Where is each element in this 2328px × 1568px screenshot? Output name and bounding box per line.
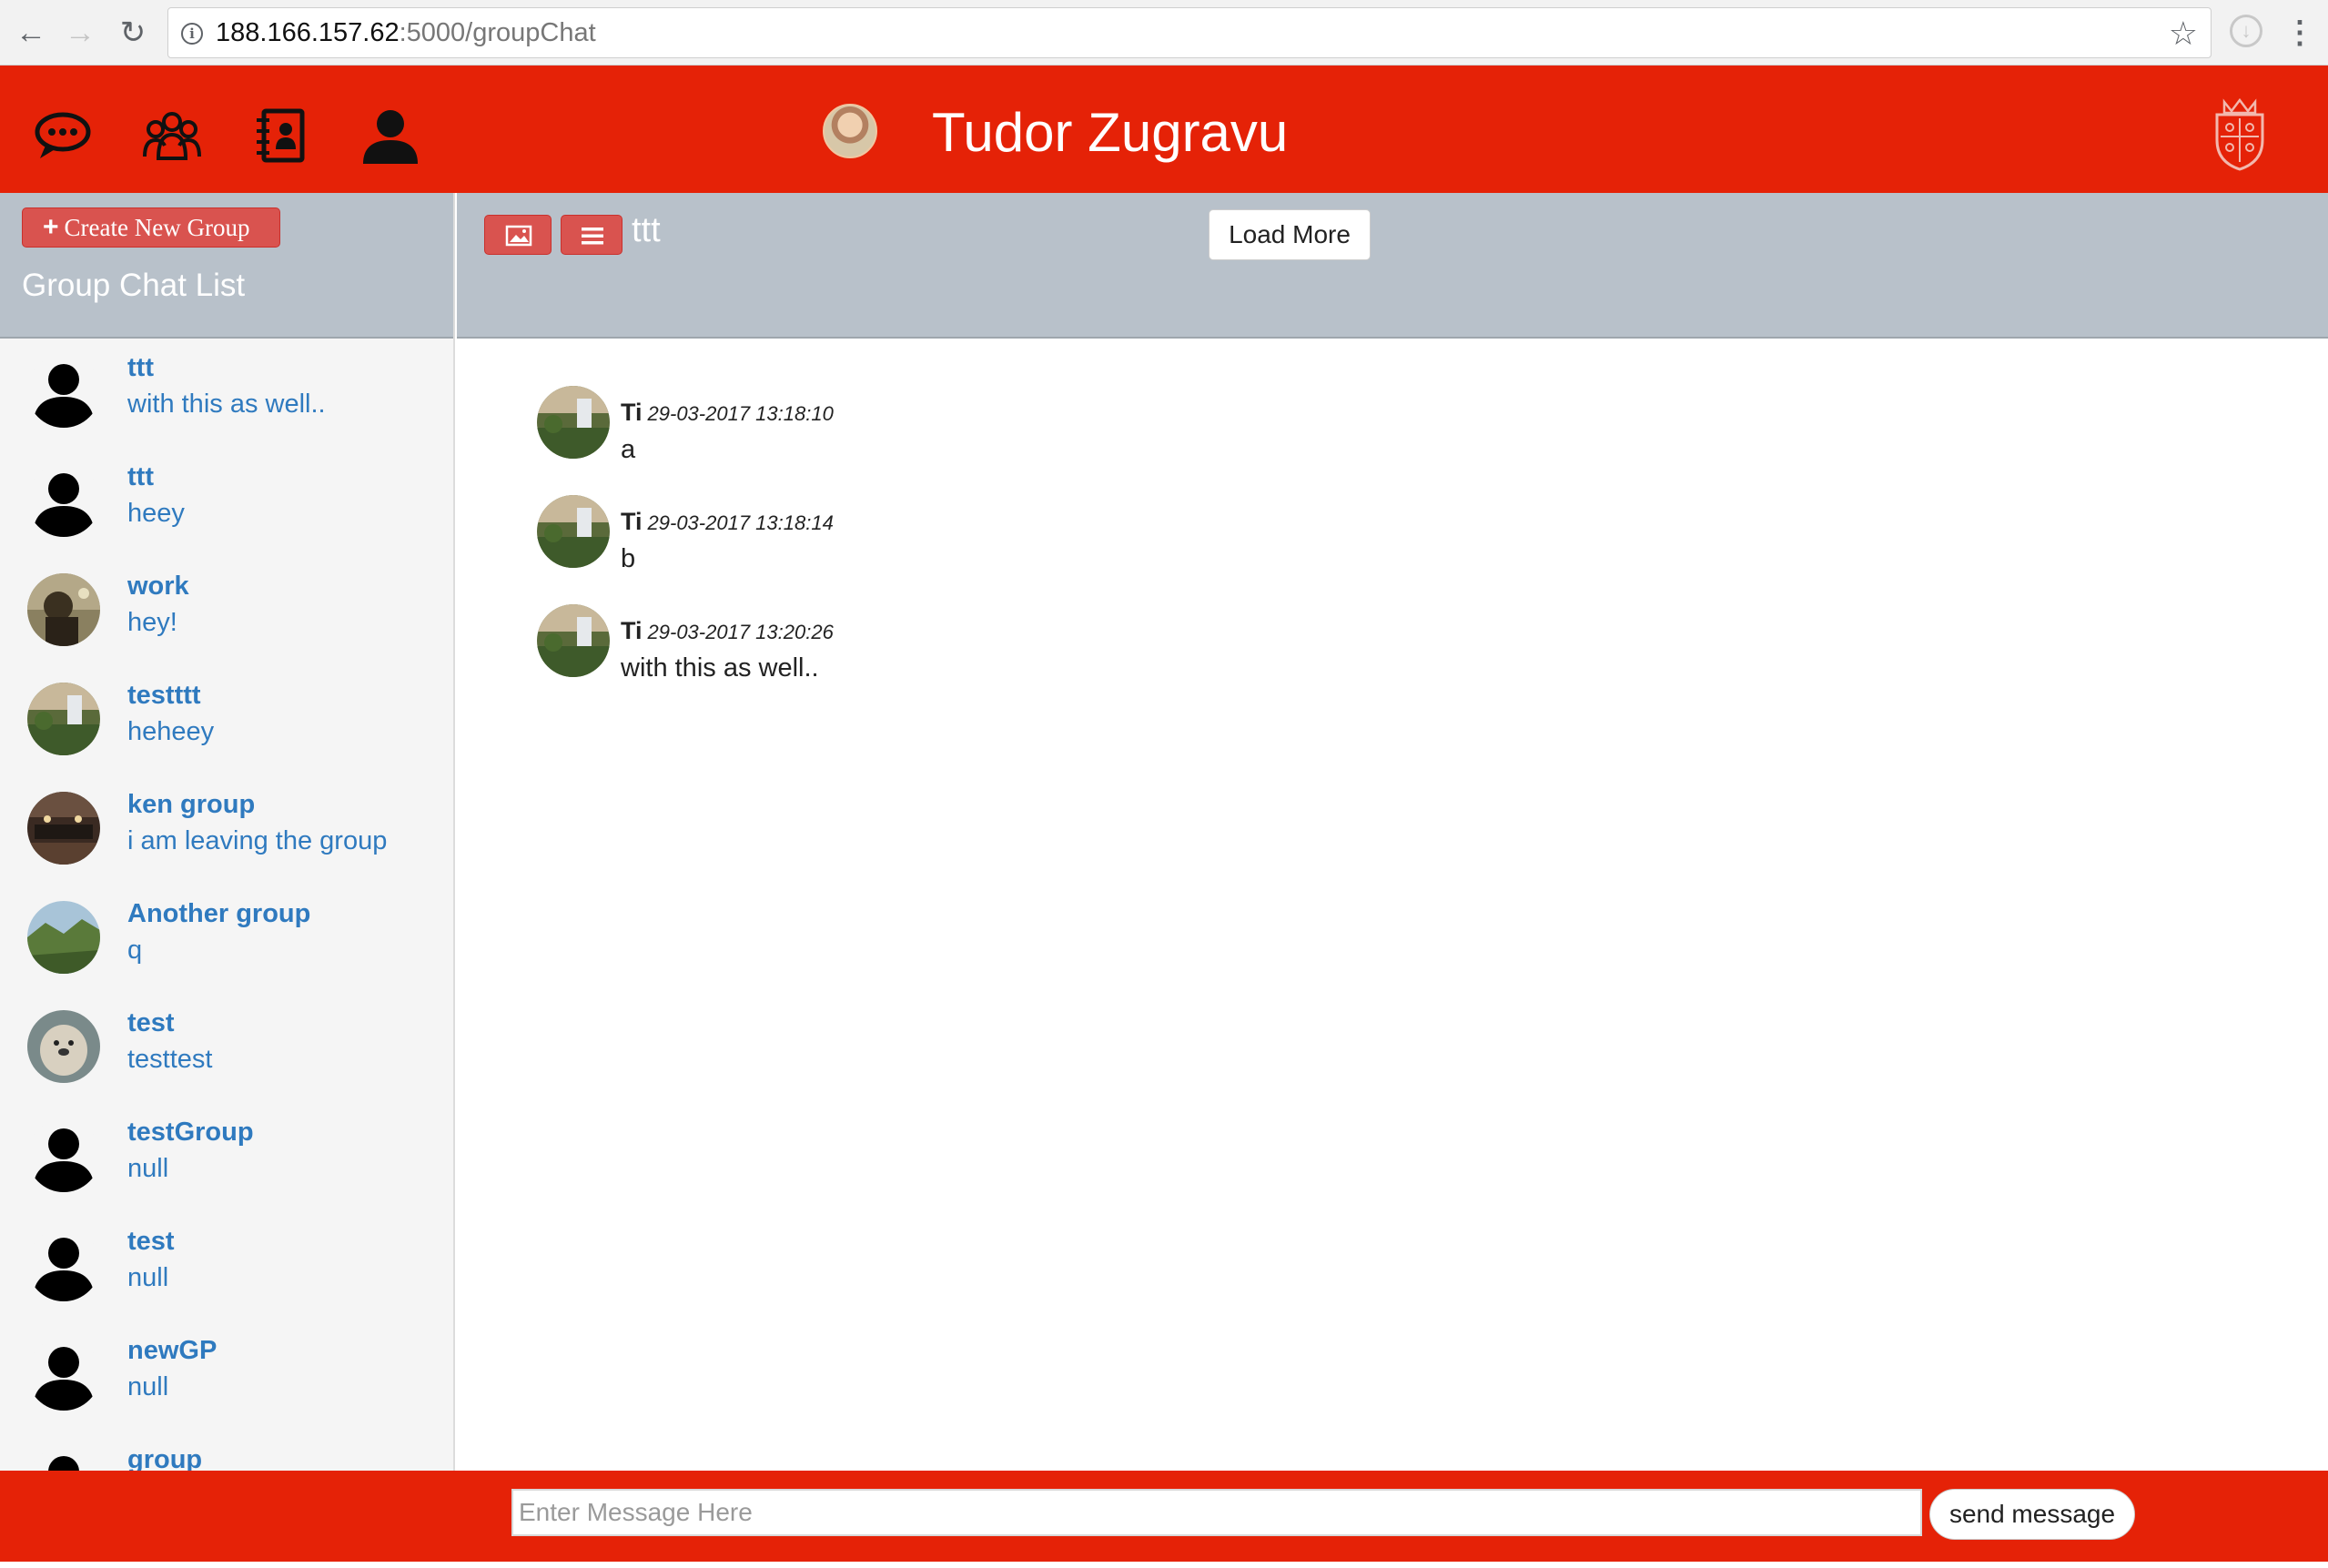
group-photo-avatar: [27, 573, 100, 646]
group-name: ttt: [127, 462, 154, 491]
sender-avatar: [537, 386, 610, 459]
message-input[interactable]: [511, 1489, 1922, 1536]
download-icon[interactable]: ↓: [2230, 15, 2262, 47]
hamburger-menu-icon: [582, 228, 603, 245]
message-timestamp: 29-03-2017 13:18:10: [647, 402, 834, 425]
site-info-icon[interactable]: i: [181, 23, 203, 45]
group-list-item[interactable]: Another group q: [0, 886, 453, 996]
message-sender: Ti: [621, 399, 643, 426]
group-list-item[interactable]: testGroup null: [0, 1105, 453, 1214]
group-name: work: [127, 572, 189, 601]
message-meta: Ti 29-03-2017 13:18:10: [621, 399, 834, 427]
group-last-message: testtest: [127, 1045, 213, 1074]
send-image-button[interactable]: [484, 215, 552, 255]
default-user-avatar-icon: [27, 464, 100, 537]
group-last-message: null: [127, 1154, 169, 1183]
group-last-message: with this as well..: [127, 389, 326, 419]
bottom-edge: [0, 1562, 2328, 1568]
default-user-avatar-icon: [27, 1338, 100, 1411]
group-list-item[interactable]: newGP null: [0, 1323, 453, 1432]
group-name: testttt: [127, 681, 201, 710]
group-last-message: null: [127, 1263, 169, 1292]
group-list-item[interactable]: ttt with this as well..: [0, 340, 453, 450]
message-item: Ti 29-03-2017 13:18:10 a: [537, 386, 1265, 486]
group-last-message: i am leaving the group: [127, 826, 388, 855]
group-list-item[interactable]: ken group i am leaving the group: [0, 777, 453, 886]
group-list-item[interactable]: group: [0, 1432, 453, 1471]
group-list-item[interactable]: testttt heheey: [0, 668, 453, 777]
message-composer: send message: [0, 1471, 2328, 1568]
group-list-item[interactable]: test null: [0, 1214, 453, 1323]
default-user-avatar-icon: [27, 355, 100, 428]
chat-title: ttt: [632, 211, 661, 249]
image-icon: [505, 225, 532, 247]
university-crest-icon: [2215, 98, 2264, 171]
group-photo-avatar: [27, 792, 100, 865]
plus-icon: +: [43, 212, 59, 242]
browser-menu-icon[interactable]: ⋮: [2284, 11, 2315, 55]
send-message-button[interactable]: send message: [1929, 1489, 2135, 1540]
message-meta: Ti 29-03-2017 13:20:26: [621, 617, 834, 645]
address-bar[interactable]: i 188.166.157.62:5000/groupChat ☆: [167, 7, 2212, 58]
load-more-button[interactable]: Load More: [1209, 209, 1371, 260]
chat-bubble-icon[interactable]: [33, 106, 93, 166]
user-profile-icon[interactable]: [360, 106, 420, 166]
back-arrow-icon[interactable]: ←: [11, 13, 51, 53]
message-text: with this as well..: [621, 653, 819, 683]
group-name: ken group: [127, 790, 256, 819]
group-menu-button[interactable]: [561, 215, 622, 255]
current-user-avatar[interactable]: [823, 104, 877, 158]
group-photo-avatar: [27, 901, 100, 974]
message-sender: Ti: [621, 508, 643, 535]
sender-avatar: [537, 604, 610, 677]
url-text[interactable]: 188.166.157.62:5000/groupChat: [216, 8, 596, 57]
group-last-message: null: [127, 1372, 169, 1401]
bookmark-star-icon[interactable]: ☆: [2169, 14, 2198, 54]
sidebar-header: + Create New Group Group Chat List: [0, 193, 453, 339]
group-name: Another group: [127, 899, 311, 928]
group-name: testGroup: [127, 1118, 254, 1147]
chat-header: ttt Load More: [457, 193, 2328, 339]
message-meta: Ti 29-03-2017 13:18:14: [621, 508, 834, 536]
reload-icon[interactable]: ↻: [113, 13, 153, 53]
default-user-avatar-icon: [27, 1447, 100, 1471]
url-path: :5000/groupChat: [399, 18, 596, 47]
browser-toolbar: ← → ↻ i 188.166.157.62:5000/groupChat ☆ …: [0, 0, 2328, 66]
group-chat-list-title: Group Chat List: [22, 268, 246, 303]
message-timestamp: 29-03-2017 13:20:26: [647, 621, 834, 643]
current-user-name: Tudor Zugravu: [932, 102, 1289, 163]
message-item: Ti 29-03-2017 13:20:26 with this as well.…: [537, 604, 1265, 704]
default-user-avatar-icon: [27, 1119, 100, 1192]
message-list: Ti 29-03-2017 13:18:10 a Ti 29-03-2017 13:…: [457, 339, 2328, 1471]
create-new-group-button[interactable]: + Create New Group: [22, 207, 280, 248]
group-name: group: [127, 1445, 203, 1471]
message-sender: Ti: [621, 617, 643, 644]
group-list-item[interactable]: ttt heey: [0, 450, 453, 559]
message-text: b: [621, 544, 636, 573]
groups-icon[interactable]: [142, 106, 202, 166]
group-name: test: [127, 1227, 175, 1256]
message-timestamp: 29-03-2017 13:18:14: [647, 511, 834, 534]
app-header: Tudor Zugravu: [0, 66, 2328, 193]
contacts-book-icon[interactable]: [251, 106, 311, 166]
group-last-message: q: [127, 936, 143, 965]
forward-arrow-icon[interactable]: →: [60, 13, 100, 53]
group-photo-avatar: [27, 683, 100, 755]
group-name: newGP: [127, 1336, 218, 1365]
default-user-avatar-icon: [27, 1229, 100, 1301]
group-last-message: heheey: [127, 717, 215, 746]
create-new-group-label: Create New Group: [64, 214, 250, 241]
message-text: a: [621, 435, 636, 464]
group-list-item[interactable]: test testtest: [0, 996, 453, 1105]
url-host: 188.166.157.62: [216, 18, 400, 47]
group-name: ttt: [127, 353, 154, 382]
group-last-message: heey: [127, 499, 185, 528]
group-list-item[interactable]: work hey!: [0, 559, 453, 668]
group-name: test: [127, 1008, 175, 1037]
group-photo-avatar: [27, 1010, 100, 1083]
sender-avatar: [537, 495, 610, 568]
group-sidebar: + Create New Group Group Chat List ttt wi…: [0, 193, 455, 1471]
group-last-message: hey!: [127, 608, 177, 637]
message-item: Ti 29-03-2017 13:18:14 b: [537, 495, 1265, 595]
